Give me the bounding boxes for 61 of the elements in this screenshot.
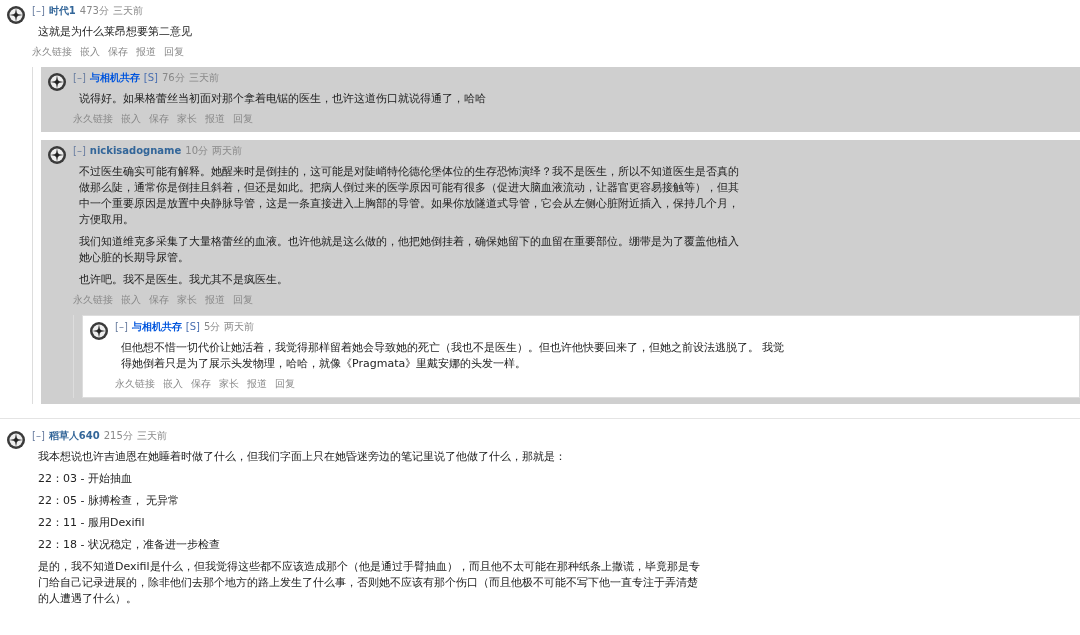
username-link[interactable]: 时代1 bbox=[48, 4, 76, 18]
username-link[interactable]: 与相机共存 bbox=[89, 71, 140, 85]
time-label: 三天前 bbox=[112, 4, 143, 18]
action-link[interactable]: 嵌入 bbox=[121, 113, 141, 126]
collapse-toggle[interactable]: [–] bbox=[115, 321, 128, 332]
username-link[interactable]: 稻草人640 bbox=[48, 429, 100, 443]
comment-text: 我们知道维克多采集了大量格蕾丝的血液。也许他就是这么做的，他把她倒挂着，确保她留下的血留在重要部位。绷带是为了覆盖他植入她心脏的长期导尿管。 bbox=[79, 234, 740, 266]
score-label: 10分 bbox=[185, 144, 209, 158]
action-link[interactable]: 永久链接 bbox=[32, 46, 72, 59]
comment-text: 22：03 - 开始抽血 bbox=[38, 471, 133, 487]
time-label: 三天前 bbox=[136, 429, 167, 443]
submitter-tag: [S] bbox=[143, 72, 158, 83]
avatar-icon bbox=[89, 321, 109, 341]
action-link[interactable]: 家长 bbox=[177, 113, 197, 126]
comment-text: 说得好。如果格蕾丝当初面对那个拿着电锯的医生，也许这道伤口就说得通了，哈哈 bbox=[79, 91, 487, 107]
action-link[interactable]: 家长 bbox=[219, 378, 239, 391]
action-link[interactable]: 报道 bbox=[136, 46, 156, 59]
action-link[interactable]: 保存 bbox=[149, 113, 169, 126]
action-link[interactable]: 报道 bbox=[205, 113, 225, 126]
action-link[interactable]: 永久链接 bbox=[73, 294, 113, 307]
action-link[interactable]: 回复 bbox=[233, 113, 253, 126]
avatar-icon bbox=[47, 72, 67, 92]
comment-text: 是的，我不知道Dexifil是什么，但我觉得这些都不应该造成那个（他是通过手臂抽血），而且他不太可能在那种纸条上撒谎，毕竟那是专门给自己记录进展的，除非他们去那个地方的路上发生了什么事，否则她不应该有那个伤口（而且他极不可能不写下他一直专注于弄清楚的人遭遇了什么）。 bbox=[38, 559, 701, 607]
avatar-icon bbox=[6, 430, 26, 450]
comment-text: 22：18 - 状况稳定，准备进一步检查 bbox=[38, 537, 221, 553]
action-link[interactable]: 嵌入 bbox=[163, 378, 183, 391]
comment-text: 也许吧。我不是医生。我尤其不是疯医生。 bbox=[79, 272, 289, 288]
comment-text: 但他想不惜一切代价让她活着，我觉得那样留着她会导致她的死亡（我也不是医生）。但也许他快要回来了，但她之前设法逃脱了。 我觉得她倒着只是为了展示头发物理，哈哈，就像《Pragmata》里戴安娜的头发一样。 bbox=[121, 340, 786, 372]
action-link[interactable]: 嵌入 bbox=[80, 46, 100, 59]
action-link[interactable]: 回复 bbox=[164, 46, 184, 59]
action-link[interactable]: 报道 bbox=[205, 294, 225, 307]
comment-text: 22：05 - 脉搏检查， 无异常 bbox=[38, 493, 181, 509]
action-link[interactable]: 嵌入 bbox=[121, 294, 141, 307]
time-label: 两天前 bbox=[224, 320, 255, 334]
action-link[interactable]: 永久链接 bbox=[73, 113, 113, 126]
comment-text: 22：11 - 服用Dexifil bbox=[38, 515, 146, 531]
comment-text: 不过医生确实可能有解释。她醒来时是倒挂的，这可能是对陡峭特伦德伦堡体位的生存恐怖演绎？我不是医生，所以不知道医生是否真的做那么陡，通常你是倒挂且斜着，但还是如此。把病人倒过来的医学原因可能有很多（促进大脑血液流动，让器官更容易接触等），但其中一个重要原因是放置中央静脉导管，这是一条直接进入上胸部的导管。如果你放隧道式导管，它会从左侧心脏附近插入，保持几个月，方便取用。 bbox=[79, 164, 740, 228]
avatar-icon bbox=[6, 5, 26, 25]
submitter-tag: [S] bbox=[185, 321, 200, 332]
action-link[interactable]: 家长 bbox=[177, 294, 197, 307]
collapse-toggle[interactable]: [–] bbox=[73, 145, 86, 156]
avatar-icon bbox=[47, 145, 67, 165]
comment-text: 这就是为什么莱昂想要第二意见 bbox=[38, 24, 193, 40]
score-label: 215分 bbox=[103, 429, 133, 443]
action-link[interactable]: 报道 bbox=[247, 378, 267, 391]
time-label: 两天前 bbox=[212, 144, 243, 158]
action-link[interactable]: 永久链接 bbox=[115, 378, 155, 391]
action-link[interactable]: 保存 bbox=[108, 46, 128, 59]
collapse-toggle[interactable]: [–] bbox=[32, 5, 45, 16]
collapse-toggle[interactable]: [–] bbox=[73, 72, 86, 83]
action-link[interactable]: 回复 bbox=[275, 378, 295, 391]
action-link[interactable]: 保存 bbox=[149, 294, 169, 307]
score-label: 5分 bbox=[203, 320, 221, 334]
score-label: 473分 bbox=[79, 4, 109, 18]
score-label: 76分 bbox=[161, 71, 185, 85]
username-link[interactable]: 与相机共存 bbox=[131, 320, 182, 334]
comment-text: 我本想说也许吉迪恩在她睡着时做了什么，但我们字面上只在她昏迷旁边的笔记里说了他做了什么，那就是： bbox=[38, 449, 567, 465]
action-link[interactable]: 回复 bbox=[233, 294, 253, 307]
username-link[interactable]: nickisadogname bbox=[89, 145, 182, 156]
action-link[interactable]: 保存 bbox=[191, 378, 211, 391]
collapse-toggle[interactable]: [–] bbox=[32, 430, 45, 441]
